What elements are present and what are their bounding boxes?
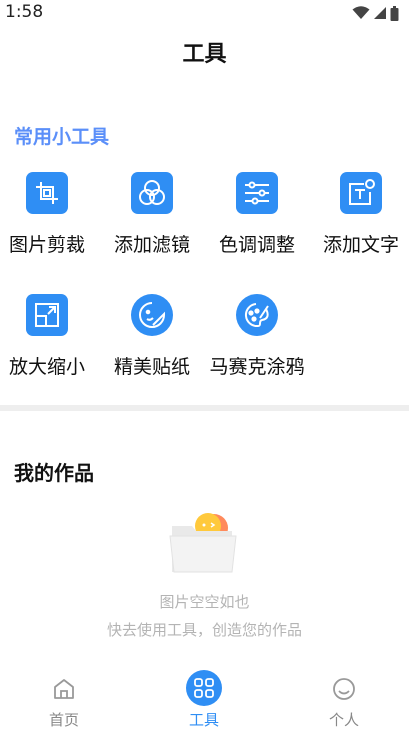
tool-label: 添加滤镜 (113, 234, 190, 256)
smiley-icon (333, 678, 355, 700)
status-icons (352, 5, 399, 21)
sticker-icon (131, 294, 173, 336)
empty-state-hint: 快去使用工具，创造您的作品 (106, 621, 302, 639)
tool-label: 图片剪裁 (8, 234, 85, 256)
tool-resize[interactable]: 放大缩小 (0, 294, 97, 379)
nav-item-profile[interactable]: 个人 (304, 676, 384, 730)
palette-icon (236, 294, 278, 336)
wifi-icon (352, 6, 370, 19)
resize-icon (26, 294, 68, 336)
status-bar: 1:58 (0, 0, 409, 26)
bottom-nav: 首页 工具 个人 (0, 664, 409, 739)
home-icon (54, 679, 74, 699)
tools-section-title: 常用小工具 (14, 126, 110, 148)
tool-filter[interactable]: 添加滤镜 (102, 172, 202, 257)
tool-add-text[interactable]: 添加文字 (311, 172, 409, 257)
filter-icon (131, 172, 173, 214)
tool-adjust[interactable]: 色调调整 (207, 172, 307, 257)
tool-label: 色调调整 (218, 234, 295, 256)
tool-label: 马赛克涂鸦 (209, 356, 305, 378)
crop-icon (26, 172, 68, 214)
grid-icon (186, 670, 222, 706)
tool-label: 精美贴纸 (113, 356, 190, 378)
nav-label: 个人 (328, 711, 359, 729)
tool-label: 放大缩小 (8, 356, 85, 378)
section-divider (0, 405, 409, 411)
signal-icon (374, 7, 386, 19)
empty-state-title: 图片空空如也 (159, 593, 250, 611)
adjust-sliders-icon (236, 172, 278, 214)
tool-sticker[interactable]: 精美贴纸 (102, 294, 202, 379)
nav-item-home[interactable]: 首页 (24, 676, 104, 730)
tool-label: 添加文字 (322, 234, 399, 256)
nav-item-tools[interactable]: 工具 (164, 670, 244, 730)
add-text-icon (340, 172, 382, 214)
tool-crop[interactable]: 图片剪裁 (0, 172, 97, 257)
works-section-title: 我的作品 (14, 461, 94, 485)
status-time: 1:58 (5, 2, 44, 22)
battery-icon (390, 5, 399, 21)
nav-label: 工具 (188, 711, 219, 729)
tool-mosaic-doodle[interactable]: 马赛克涂鸦 (207, 294, 307, 379)
nav-label: 首页 (48, 711, 79, 729)
empty-folder-illustration (166, 512, 240, 576)
page-title: 工具 (182, 42, 227, 67)
